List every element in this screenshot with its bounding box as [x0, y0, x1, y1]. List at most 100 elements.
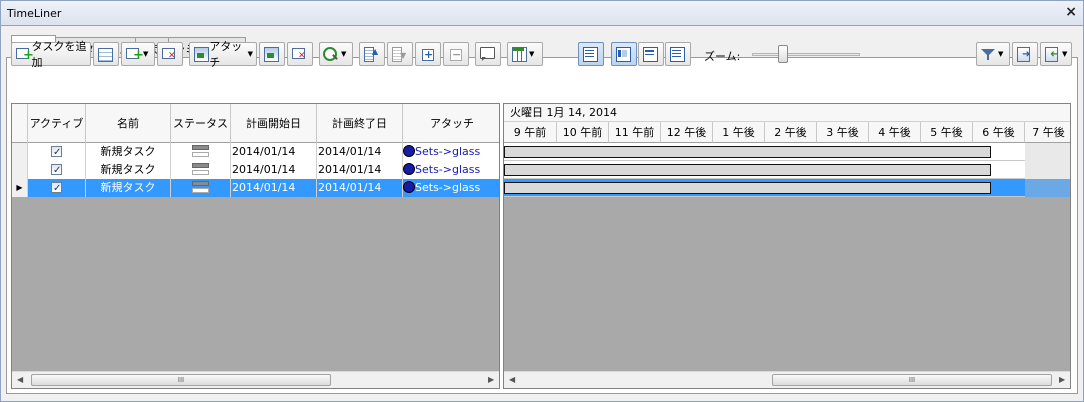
- insert-task-dropdown[interactable]: ▼: [121, 42, 155, 66]
- set-icon: [403, 181, 415, 193]
- view-gantt-button[interactable]: [665, 42, 691, 66]
- active-checkbox[interactable]: [51, 180, 62, 197]
- attach-cell[interactable]: Sets->glass: [403, 143, 499, 161]
- column-header-active[interactable]: アクティブ: [28, 104, 86, 143]
- hour-header: 5 午後: [921, 122, 973, 143]
- table-row[interactable]: 新規タスク 2014/01/14 2014/01/14 Sets->glass: [12, 143, 499, 161]
- table-row[interactable]: 新規タスク 2014/01/14 2014/01/14 Sets->glass: [12, 161, 499, 179]
- planned-end-cell[interactable]: 2014/01/14: [317, 179, 403, 197]
- status-icon: [192, 181, 209, 194]
- attach-cell[interactable]: Sets->glass: [403, 179, 499, 197]
- comment-icon: [479, 46, 495, 62]
- auto-add-tasks-button[interactable]: [93, 42, 119, 66]
- view-actual-button[interactable]: [611, 42, 637, 66]
- zoom-slider-track[interactable]: [752, 53, 860, 56]
- row-header[interactable]: [12, 143, 28, 161]
- actual-view-icon: [615, 46, 631, 62]
- auto-attach-icon: [263, 46, 279, 62]
- indent-button[interactable]: [415, 42, 441, 66]
- planned-view-icon: [582, 46, 598, 62]
- scroll-right-icon[interactable]: ▶: [488, 375, 494, 384]
- scroll-left-icon[interactable]: ◀: [509, 375, 515, 384]
- planned-end-cell[interactable]: 2014/01/14: [317, 161, 403, 179]
- hour-header: 7 午後: [1025, 122, 1070, 143]
- move-down-icon: [391, 46, 407, 62]
- delete-task-icon: [161, 46, 177, 62]
- row-header[interactable]: [12, 161, 28, 179]
- set-icon: [403, 163, 415, 175]
- hour-header: 3 午後: [817, 122, 869, 143]
- non-working-time: [1025, 179, 1070, 197]
- planned-end-cell[interactable]: 2014/01/14: [317, 143, 403, 161]
- column-header-status[interactable]: ステータス: [171, 104, 231, 143]
- column-header-planned-end[interactable]: 計画終了日: [317, 104, 403, 143]
- task-bar[interactable]: [504, 182, 991, 194]
- planned-start-cell[interactable]: 2014/01/14: [231, 179, 317, 197]
- status-cell: [171, 179, 231, 197]
- scroll-right-icon[interactable]: ▶: [1059, 375, 1065, 384]
- column-header-name[interactable]: 名前: [86, 104, 171, 143]
- attach-dropdown-button[interactable]: アタッチ ▼: [189, 40, 257, 69]
- gantt-chart: 火曜日 1月 14, 2014 9 午前 10 午前 11 午前 12 午後 1…: [503, 103, 1071, 389]
- move-down-button[interactable]: [387, 42, 413, 66]
- move-up-button[interactable]: [359, 42, 385, 66]
- active-checkbox[interactable]: [51, 162, 62, 179]
- scroll-thumb[interactable]: III: [31, 374, 331, 386]
- column-header-planned-start[interactable]: 計画開始日: [231, 104, 317, 143]
- planned-start-cell[interactable]: 2014/01/14: [231, 161, 317, 179]
- active-cell[interactable]: [28, 179, 86, 197]
- scroll-left-icon[interactable]: ◀: [17, 375, 23, 384]
- outdent-icon: [447, 46, 463, 62]
- close-icon[interactable]: ×: [1065, 4, 1077, 20]
- table-row-selected[interactable]: ▶ 新規タスク 2014/01/14 2014/01/14 Sets->glas…: [12, 179, 499, 197]
- task-bar[interactable]: [504, 164, 991, 176]
- auto-attach-button[interactable]: [259, 42, 285, 66]
- gantt-row-selected[interactable]: [504, 179, 1070, 197]
- row-pointer-icon[interactable]: ▶: [12, 179, 28, 197]
- hour-header: 12 午後: [661, 122, 713, 143]
- export-button[interactable]: [1012, 42, 1038, 66]
- planned-start-cell[interactable]: 2014/01/14: [231, 143, 317, 161]
- task-bar[interactable]: [504, 146, 991, 158]
- find-items-dropdown[interactable]: ▼: [319, 42, 353, 66]
- active-cell[interactable]: [28, 161, 86, 179]
- scroll-thumb[interactable]: III: [772, 374, 1052, 386]
- export-icon: [1016, 46, 1032, 62]
- add-task-button[interactable]: タスクを追加: [11, 40, 91, 69]
- task-grid-horizontal-scrollbar[interactable]: ◀ III ▶: [12, 371, 499, 388]
- column-header-attach[interactable]: アタッチ: [403, 104, 499, 143]
- set-icon: [403, 145, 415, 157]
- clear-attachment-button[interactable]: [287, 42, 313, 66]
- gantt-horizontal-scrollbar[interactable]: ◀ III ▶: [504, 371, 1070, 388]
- columns-dropdown[interactable]: ▼: [507, 42, 543, 66]
- status-cell: [171, 143, 231, 161]
- columns-icon: [511, 46, 527, 62]
- active-cell[interactable]: [28, 143, 86, 161]
- import-dropdown[interactable]: ▼: [1040, 42, 1072, 66]
- planned-vs-actual-icon: [642, 46, 658, 62]
- chevron-down-icon: ▼: [529, 50, 535, 58]
- move-up-icon: [363, 46, 379, 62]
- zoom-slider-thumb[interactable]: [778, 45, 788, 63]
- gantt-row[interactable]: [504, 161, 1070, 179]
- window-title: TimeLiner: [7, 7, 62, 20]
- row-header-corner: [12, 104, 28, 143]
- filter-dropdown[interactable]: ▼: [976, 42, 1010, 66]
- hour-header: 4 午後: [869, 122, 921, 143]
- view-planned-vs-actual-button[interactable]: [638, 42, 664, 66]
- non-working-time: [1025, 143, 1070, 161]
- add-comment-button[interactable]: [475, 42, 501, 66]
- task-name-cell[interactable]: 新規タスク: [86, 143, 171, 161]
- delete-task-button[interactable]: [157, 42, 183, 66]
- active-checkbox[interactable]: [51, 144, 62, 161]
- view-planned-button[interactable]: [578, 42, 604, 66]
- task-grid-header: アクティブ 名前 ステータス 計画開始日 計画終了日 アタッチ: [12, 104, 499, 143]
- task-name-cell[interactable]: 新規タスク: [86, 161, 171, 179]
- attach-icon: [193, 46, 210, 62]
- outdent-button[interactable]: [443, 42, 469, 66]
- attach-cell[interactable]: Sets->glass: [403, 161, 499, 179]
- task-name-cell[interactable]: 新規タスク: [86, 179, 171, 197]
- chevron-down-icon: ▼: [341, 50, 347, 58]
- gantt-row[interactable]: [504, 143, 1070, 161]
- add-task-icon: [15, 46, 35, 62]
